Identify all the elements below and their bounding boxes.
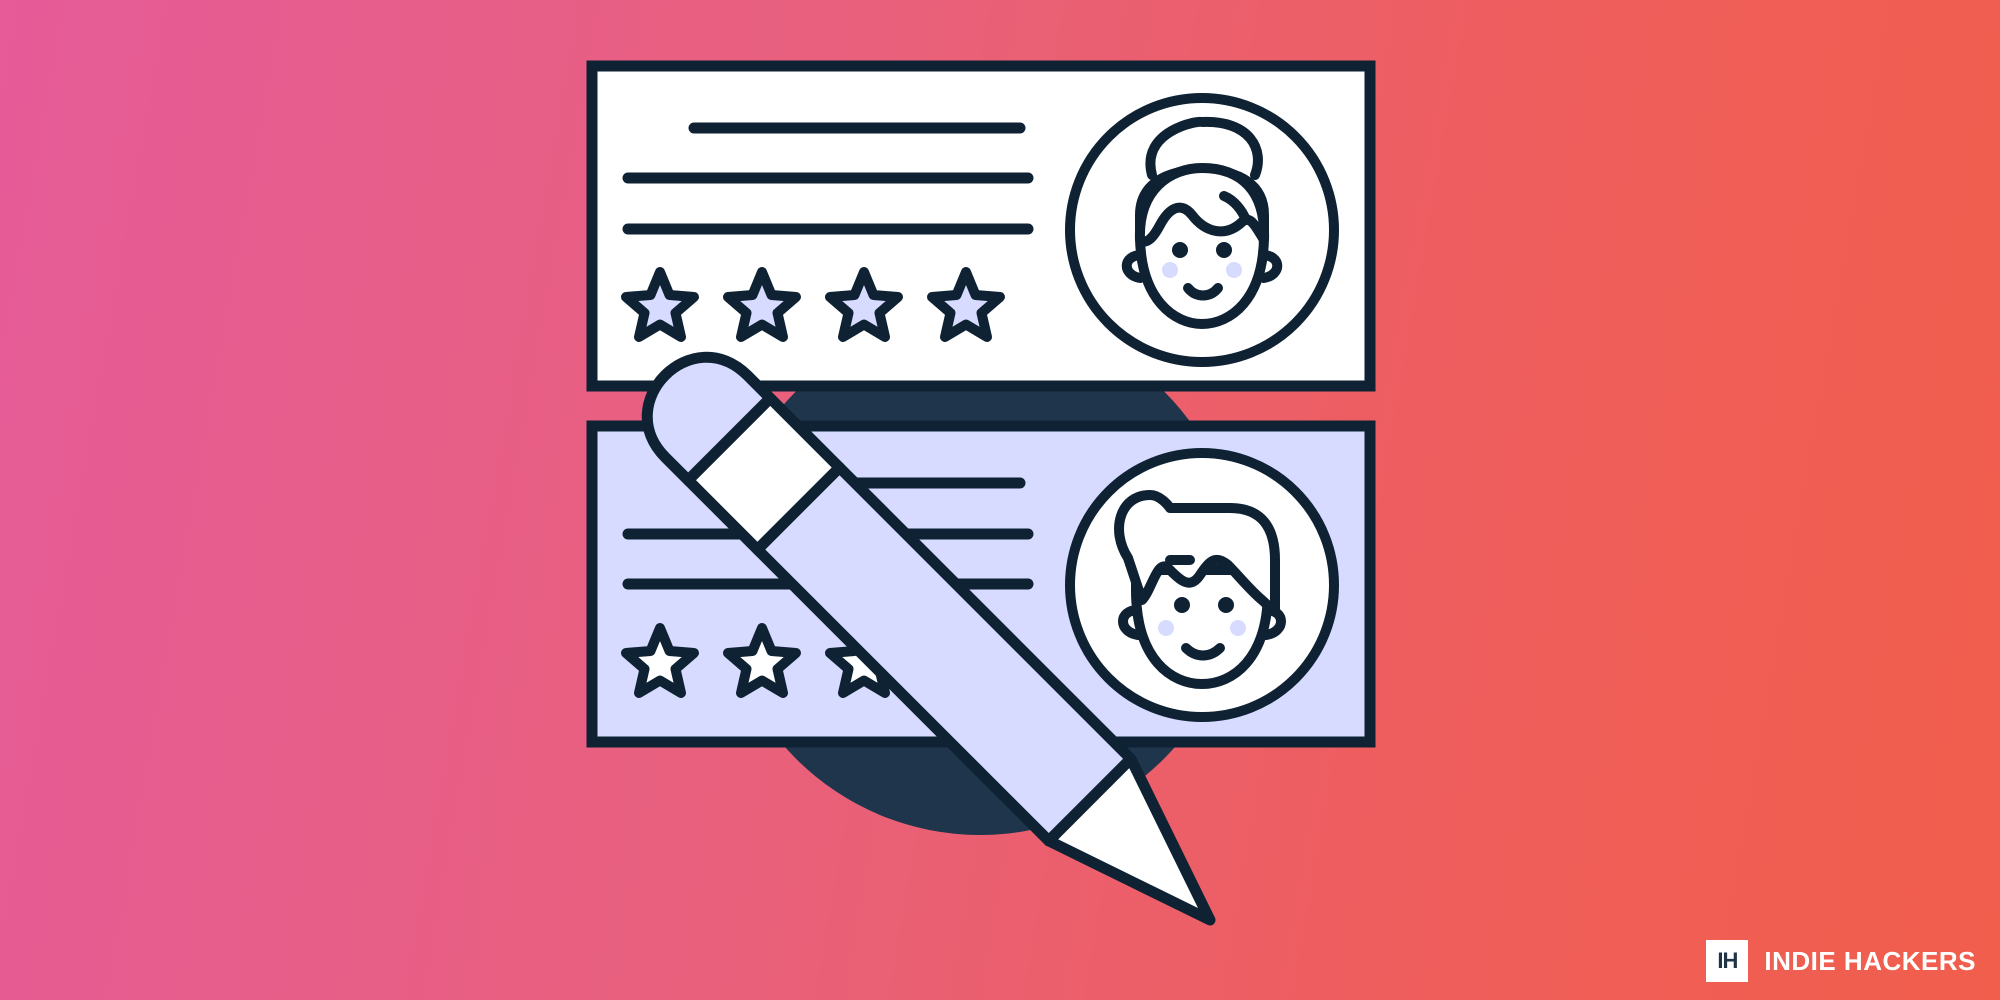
brand-mark-icon: IH [1706, 940, 1749, 982]
brand-name: INDIE HACKERS [1764, 945, 1976, 976]
brand-logo: IH INDIE HACKERS [1706, 940, 1976, 982]
woman-avatar-icon [1065, 93, 1339, 367]
reviews-illustration [586, 60, 1376, 926]
man-avatar-icon [1065, 448, 1339, 722]
review-card-top [586, 60, 1376, 392]
